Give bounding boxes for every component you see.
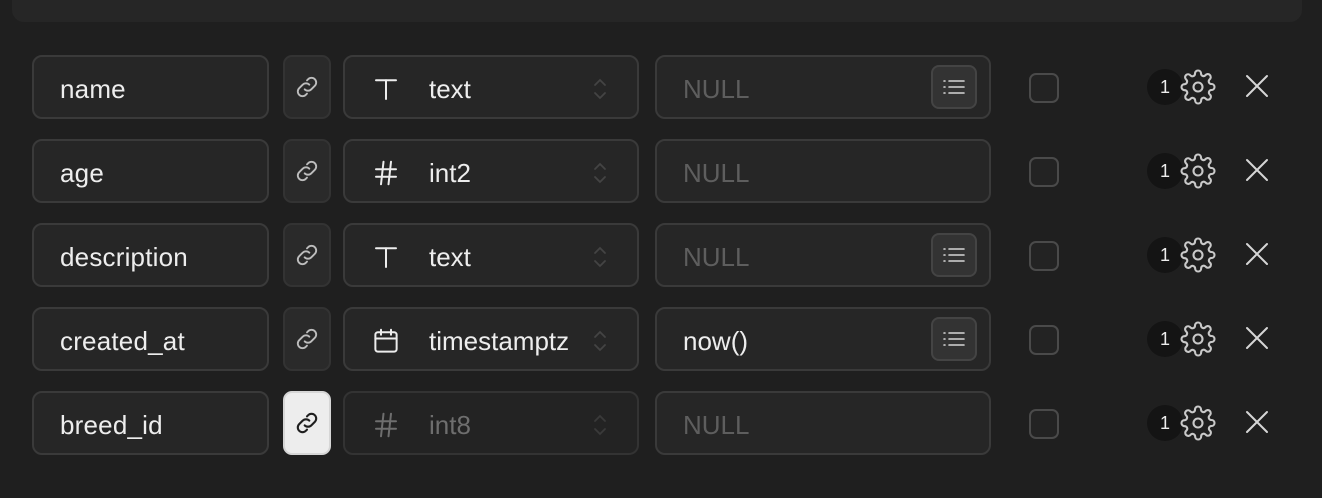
calendar-icon [374,328,398,353]
gear-icon[interactable] [1180,153,1216,189]
primary-key-checkbox[interactable] [1029,325,1059,355]
close-icon[interactable] [1242,407,1272,437]
text-type-icon [375,247,397,268]
column-name-input[interactable]: name [32,55,269,119]
config-count-badge: 1 [1147,69,1183,105]
column-name-input[interactable]: breed_id [32,391,269,455]
foreign-key-button[interactable] [283,139,331,203]
close-icon[interactable] [1242,71,1272,101]
primary-key-checkbox[interactable] [1029,241,1059,271]
suggestions-button[interactable] [931,317,977,361]
gear-icon[interactable] [1180,321,1216,357]
config-count-badge: 1 [1147,237,1183,273]
column-type-select[interactable]: int2 [343,139,639,203]
default-value: NULL [683,242,750,272]
default-value: NULL [683,74,750,104]
default-value-input[interactable]: now() [655,307,991,371]
column-type-select[interactable]: timestamptz [343,307,639,371]
column-type-value: int8 [429,410,471,440]
foreign-key-button[interactable] [283,55,331,119]
link-icon [296,160,318,182]
default-value-input[interactable]: NULL [655,55,991,119]
column-type-select[interactable]: text [343,223,639,287]
column-name-value: breed_id [60,410,163,440]
primary-key-checkbox[interactable] [1029,73,1059,103]
link-icon [296,328,318,350]
text-type-icon [375,79,397,100]
link-icon [296,244,318,266]
hash-icon [375,412,397,438]
link-icon [296,412,318,434]
column-name-input[interactable]: created_at [32,307,269,371]
column-row: created_at timestamptz now() 1 [32,307,1302,375]
foreign-key-button[interactable] [283,223,331,287]
column-type-value: text [429,74,471,104]
close-icon[interactable] [1242,155,1272,185]
primary-key-checkbox[interactable] [1029,409,1059,439]
list-icon [943,248,965,262]
chevron-updown-icon [594,414,606,436]
column-row: name text NULL 1 [32,55,1302,123]
default-value-input[interactable]: NULL [655,139,991,203]
chevron-updown-icon [594,78,606,100]
previous-row-container [12,0,1302,22]
chevron-updown-icon [594,330,606,352]
column-name-value: description [60,242,188,272]
config-count-badge: 1 [1147,405,1183,441]
column-type-select[interactable]: text [343,55,639,119]
column-row: description text NULL 1 [32,223,1302,291]
column-name-input[interactable]: age [32,139,269,203]
column-name-input[interactable]: description [32,223,269,287]
primary-key-checkbox[interactable] [1029,157,1059,187]
column-type-value: timestamptz [429,326,570,356]
suggestions-button[interactable] [931,233,977,277]
chevron-updown-icon [594,246,606,268]
default-value-input[interactable]: NULL [655,223,991,287]
column-name-value: name [60,74,126,104]
config-count-badge: 1 [1147,153,1183,189]
gear-icon[interactable] [1180,405,1216,441]
close-icon[interactable] [1242,323,1272,353]
column-row: age int2 NULL 1 [32,139,1302,207]
list-icon [943,332,965,346]
gear-icon[interactable] [1180,237,1216,273]
suggestions-button[interactable] [931,65,977,109]
column-name-value: created_at [60,326,185,356]
default-value: now() [683,326,749,356]
default-value-input[interactable]: NULL [655,391,991,455]
foreign-key-button[interactable] [283,307,331,371]
column-row: breed_id int8 NULL 1 [32,391,1302,459]
column-name-value: age [60,158,104,188]
default-value: NULL [683,410,750,440]
column-type-value: int2 [429,158,471,188]
foreign-key-button[interactable] [283,391,331,455]
gear-icon[interactable] [1180,69,1216,105]
chevron-updown-icon [594,162,606,184]
default-value: NULL [683,158,750,188]
hash-icon [375,160,397,186]
link-icon [296,76,318,98]
column-type-select: int8 [343,391,639,455]
list-icon [943,80,965,94]
column-editor: name text NULL 1 age int2 NULL 1 descrip… [0,0,1322,498]
config-count-badge: 1 [1147,321,1183,357]
column-type-value: text [429,242,471,272]
close-icon[interactable] [1242,239,1272,269]
